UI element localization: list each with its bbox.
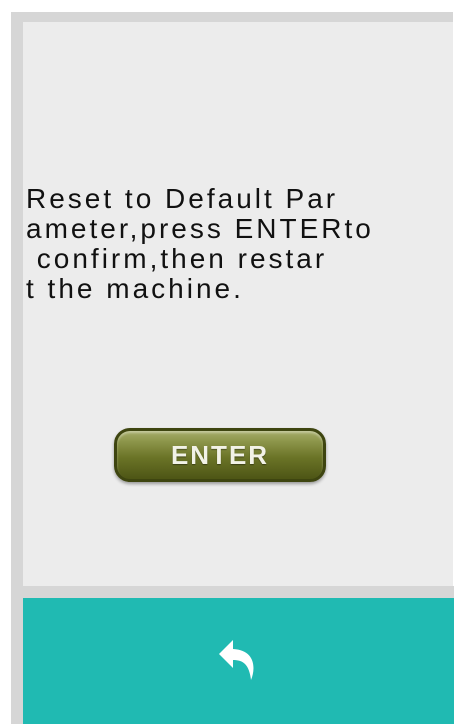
message-line-2: ameter,press ENTERto [26,213,374,244]
enter-button-label: ENTER [170,439,270,470]
enter-button[interactable]: ENTER [114,428,326,482]
back-button[interactable] [209,631,269,691]
message-line-1: Reset to Default Par [26,183,339,214]
footer-left-border [11,586,23,724]
reset-message: Reset to Default Par ameter,press ENTERt… [26,184,426,304]
footer-bar [23,598,454,724]
footer-divider [11,586,454,598]
message-line-3: confirm,then restar [26,243,328,274]
message-line-4: t the machine. [26,273,244,304]
back-arrow-icon [218,640,253,680]
screen: Reset to Default Par ameter,press ENTERt… [0,0,454,724]
